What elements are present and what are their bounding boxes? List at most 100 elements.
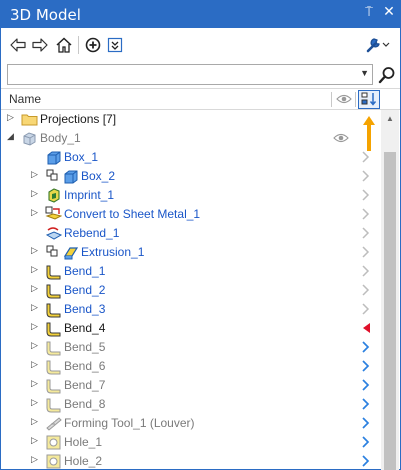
tree-row[interactable]: ▷ Convert to Sheet Metal_1 [1,205,381,224]
column-separator[interactable] [355,92,356,107]
tree-item-label[interactable]: Projections [7] [40,112,116,126]
close-icon[interactable]: ✕ [381,4,397,22]
tree-item-label[interactable]: Extrusion_1 [81,245,144,259]
toolbar-separator [78,36,79,54]
tree-item-label[interactable]: Bend_3 [64,302,105,316]
search-combobox[interactable]: ▼ [7,64,373,85]
tree-row[interactable]: ▷ Bend_2 [1,281,381,300]
imprint-icon [45,187,62,204]
settings-wrench-icon[interactable] [365,36,391,54]
tree-row[interactable]: ▷ Bend_4 [1,319,381,338]
expand-arrow-icon[interactable]: ▷ [31,322,38,332]
chevron-right-icon[interactable] [361,284,371,299]
tree-item-label[interactable]: Bend_2 [64,283,105,297]
expand-arrow-icon[interactable]: ▷ [31,246,38,256]
tree-row[interactable]: Rebend_1 [1,224,381,243]
chevron-right-icon[interactable] [361,417,371,432]
tree-item-label[interactable]: Hole_1 [64,435,102,449]
chevron-right-icon[interactable] [361,189,371,204]
pin-icon[interactable]: ⍑ [361,5,377,23]
chevron-right-icon[interactable] [361,208,371,223]
tree-row[interactable]: ▷ Forming Tool_1 (Louver) [1,414,381,433]
expand-arrow-icon[interactable]: ▷ [31,303,38,313]
tree-item-label[interactable]: Box_1 [64,150,98,164]
chevron-right-icon[interactable] [361,341,371,356]
bend-icon [45,320,62,337]
tree-item-label[interactable]: Rebend_1 [64,226,119,240]
dropdown-arrow-icon[interactable]: ▼ [360,68,369,78]
tree-row[interactable]: ▷ Bend_5 [1,338,381,357]
expand-arrow-icon[interactable]: ▷ [31,379,38,389]
tree-item-label[interactable]: Body_1 [40,131,81,145]
chevron-right-icon[interactable] [361,360,371,375]
name-column-header[interactable]: Name [9,92,41,106]
expand-arrow-icon[interactable]: ▷ [31,170,38,180]
tree-row[interactable]: ▷ Hole_2 [1,452,381,470]
chevron-right-icon[interactable] [361,303,371,318]
bend-faded-icon [45,396,62,413]
vertical-scrollbar[interactable]: ▲ [381,110,399,470]
tree-row[interactable]: ▷ Projections [7] [1,110,381,129]
tree-item-label[interactable]: Bend_8 [64,397,105,411]
search-icon[interactable] [377,65,397,85]
expand-arrow-icon[interactable]: ▷ [31,265,38,275]
tree-item-label[interactable]: Bend_5 [64,340,105,354]
tree-item-label[interactable]: Forming Tool_1 (Louver) [64,416,195,430]
tree-item-label[interactable]: Convert to Sheet Metal_1 [64,207,200,221]
chevron-right-icon[interactable] [361,170,371,185]
tree-row[interactable]: ▷ Bend_6 [1,357,381,376]
scroll-up-icon[interactable]: ▲ [386,114,394,123]
bend-faded-icon [45,339,62,356]
tree-item-label[interactable]: Imprint_1 [64,188,114,202]
tree-item-label[interactable]: Bend_7 [64,378,105,392]
expand-arrow-icon[interactable]: ▷ [7,113,14,123]
chevron-right-icon[interactable] [361,436,371,451]
tree-item-label[interactable]: Bend_6 [64,359,105,373]
tree-item-label[interactable]: Box_2 [81,169,115,183]
rollback-marker-icon[interactable] [361,322,371,337]
tree-item-label[interactable]: Bend_1 [64,264,105,278]
expand-arrow-icon[interactable]: ▷ [31,455,38,465]
collapse-arrow-icon[interactable]: ◢ [7,132,14,142]
expand-arrow-icon[interactable]: ▷ [31,398,38,408]
rollback-sort-icon[interactable] [358,90,380,109]
expand-arrow-icon[interactable]: ▷ [31,436,38,446]
tree-row[interactable]: ▷ Extrusion_1 [1,243,381,262]
tree-item-label[interactable]: Hole_2 [64,454,102,468]
chevron-right-icon[interactable] [361,265,371,280]
chevron-right-icon[interactable] [361,455,371,470]
scrollbar-thumb[interactable] [384,152,396,470]
expand-arrow-icon[interactable]: ▷ [31,417,38,427]
expand-icon[interactable] [106,36,124,54]
tree-row[interactable]: ▷ Bend_7 [1,376,381,395]
add-view-icon[interactable] [84,36,102,54]
expand-arrow-icon[interactable]: ▷ [31,341,38,351]
tree-item-label[interactable]: Bend_4 [64,321,105,335]
visibility-eye-icon[interactable] [333,132,349,147]
tree-row[interactable]: ◢ Body_1 [1,129,381,148]
tree-row[interactable]: ▷ Imprint_1 [1,186,381,205]
chevron-right-icon[interactable] [361,398,371,413]
chevron-right-icon[interactable] [361,379,371,394]
chevron-right-icon[interactable] [361,246,371,261]
column-separator[interactable] [331,92,332,107]
expand-arrow-icon[interactable]: ▷ [31,208,38,218]
rebend-icon [45,225,63,242]
tree-row[interactable]: ▷ Hole_1 [1,433,381,452]
search-input[interactable] [8,65,348,84]
tree-row[interactable]: Box_1 [1,148,381,167]
expand-arrow-icon[interactable]: ▷ [31,360,38,370]
chevron-right-icon[interactable] [361,227,371,242]
hole-icon [45,434,62,451]
tree-row[interactable]: ▷ Box_2 [1,167,381,186]
visibility-eye-icon[interactable] [336,93,352,108]
chevron-right-icon[interactable] [361,151,371,166]
tree-row[interactable]: ▷ Bend_1 [1,262,381,281]
home-icon[interactable] [55,36,73,54]
tree-row[interactable]: ▷ Bend_3 [1,300,381,319]
expand-arrow-icon[interactable]: ▷ [31,284,38,294]
tree-row[interactable]: ▷ Bend_8 [1,395,381,414]
back-arrow-icon[interactable] [9,36,27,54]
forward-arrow-icon[interactable] [31,36,49,54]
expand-arrow-icon[interactable]: ▷ [31,189,38,199]
